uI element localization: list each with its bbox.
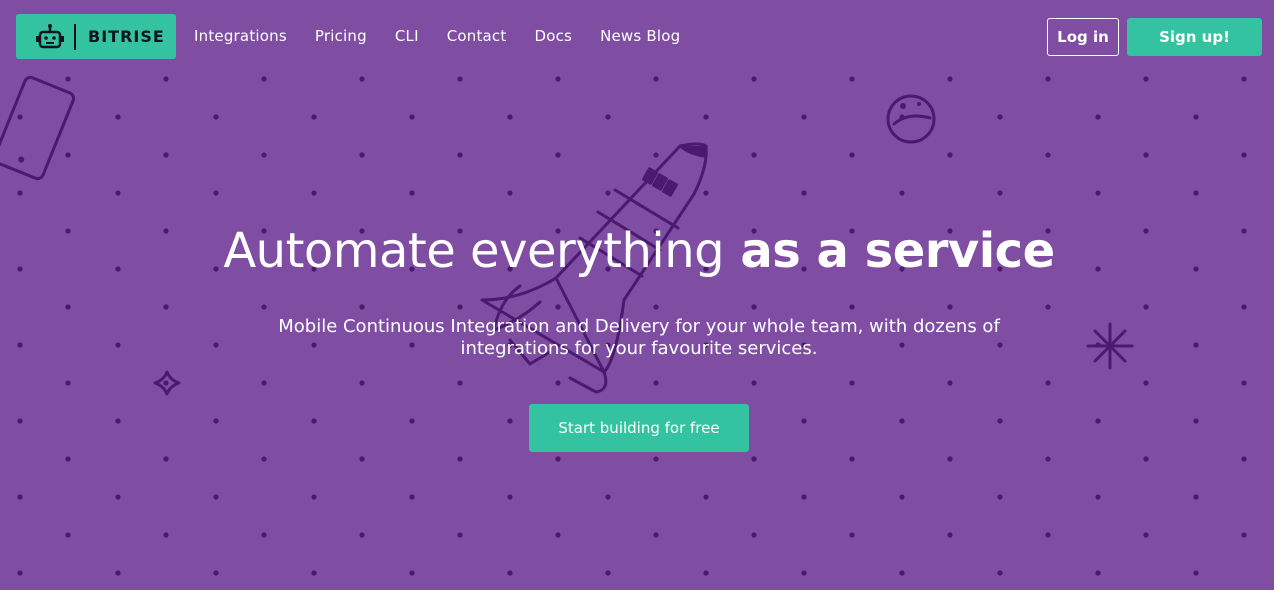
nav-contact[interactable]: Contact: [433, 25, 521, 47]
main-nav: Integrations Pricing CLI Contact Docs Ne…: [180, 25, 694, 47]
nav-news-blog[interactable]: News Blog: [586, 25, 694, 47]
login-button[interactable]: Log in: [1047, 18, 1119, 56]
logo-text: BITRISE: [88, 27, 165, 46]
robot-logo-icon: [36, 23, 64, 48]
sparkle-icon: [153, 370, 181, 396]
signup-button[interactable]: Sign up!: [1127, 18, 1262, 56]
logo-divider: [74, 23, 76, 50]
hero-illustrations: [0, 75, 1134, 396]
bitrise-logo[interactable]: BITRISE: [16, 14, 176, 59]
phone-icon: [0, 75, 76, 181]
star-icon: [1086, 322, 1134, 370]
planet-icon: [886, 94, 936, 144]
hero-subtitle: Mobile Continuous Integration and Delive…: [278, 316, 1000, 359]
hero-title-bold: as a service: [740, 223, 1055, 279]
nav-pricing[interactable]: Pricing: [301, 25, 381, 47]
nav-integrations[interactable]: Integrations: [180, 25, 301, 47]
hero-title: Automate everything as a service: [0, 222, 1274, 280]
nav-cli[interactable]: CLI: [381, 25, 433, 47]
start-building-button[interactable]: Start building for free: [529, 404, 749, 452]
nav-docs[interactable]: Docs: [520, 25, 586, 47]
hero-title-regular: Automate everything: [223, 223, 725, 279]
